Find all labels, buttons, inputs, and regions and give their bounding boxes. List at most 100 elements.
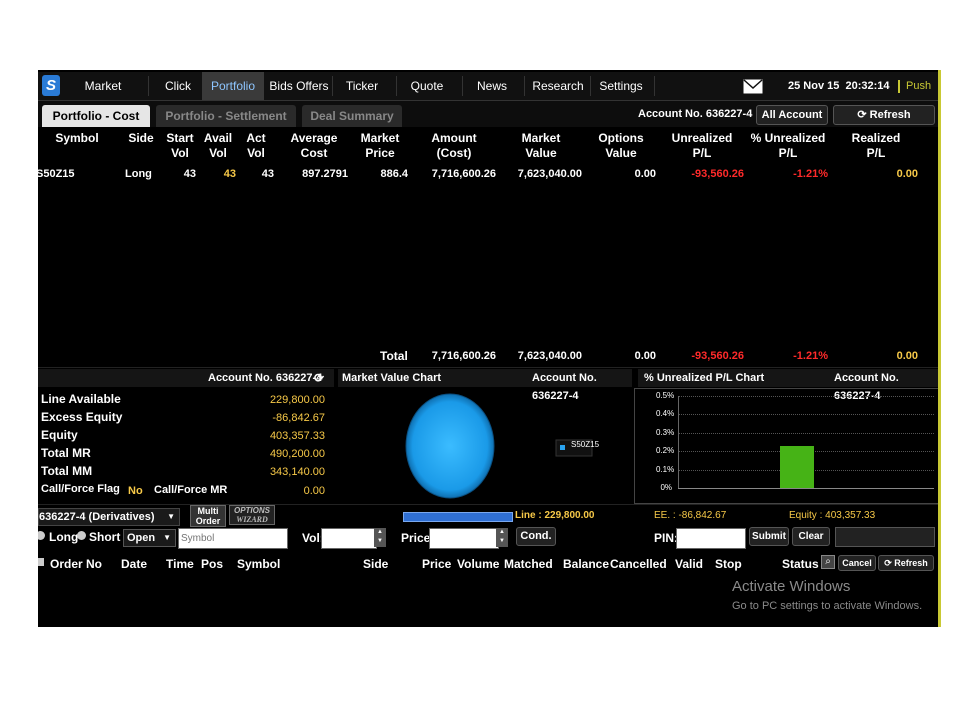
- nav-divider: [332, 76, 333, 96]
- order-col-status[interactable]: Status: [782, 557, 819, 571]
- multi-order-button[interactable]: Multi Order: [190, 505, 226, 527]
- line-progress-bar: [403, 512, 513, 522]
- multi-order-line1: Multi: [197, 506, 219, 516]
- pin-input[interactable]: [676, 528, 746, 549]
- col-amount-cost[interactable]: Amount (Cost): [426, 131, 482, 161]
- activate-windows-title: Activate Windows: [732, 578, 851, 595]
- summary-account-number: Account No. 636227-4: [208, 372, 323, 384]
- excess-equity-value: -86,842.67: [272, 412, 325, 424]
- chevron-down-icon: ▼: [163, 533, 171, 542]
- account-select-value: 636227-4 (Derivatives): [39, 511, 155, 523]
- order-col-symbol[interactable]: Symbol: [237, 557, 280, 571]
- long-radio[interactable]: [38, 531, 45, 540]
- clear-button[interactable]: Clear: [792, 527, 830, 546]
- pl-ytick-label: 0%: [660, 483, 672, 492]
- vol-stepper[interactable]: ▲ ▼: [374, 528, 386, 547]
- nav-quote[interactable]: Quote: [398, 72, 456, 100]
- order-status-box: [835, 527, 935, 547]
- refresh-icon: ⟳: [857, 109, 867, 121]
- cell-avail-vol: 43: [223, 168, 236, 180]
- options-wizard-line1: OPTIONS: [233, 506, 270, 515]
- order-col-balance[interactable]: Balance: [563, 557, 609, 571]
- cell-pct-unrealized-pl: -1.21%: [793, 168, 828, 180]
- pl-ytick-label: 0.2%: [656, 446, 675, 456]
- col-label-line1: Average: [290, 131, 338, 145]
- col-avail-vol[interactable]: Avail Vol: [202, 131, 234, 161]
- pl-chart-header: % Unrealized P/L Chart Account No. 63622…: [638, 369, 940, 402]
- price-input[interactable]: [429, 528, 499, 549]
- options-wizard-button[interactable]: OPTIONS WIZARD: [229, 505, 275, 525]
- nav-news[interactable]: News: [464, 72, 520, 100]
- mail-icon[interactable]: [743, 79, 763, 94]
- col-label-line1: Options: [598, 131, 644, 145]
- pl-ytick-label: 0.3%: [656, 427, 675, 437]
- col-label-line2: Value: [525, 146, 557, 160]
- symbol-input[interactable]: [178, 528, 288, 549]
- push-button[interactable]: Push: [906, 72, 931, 100]
- total-label: Total: [380, 349, 408, 363]
- col-realized-pl[interactable]: Realized P/L: [844, 131, 908, 161]
- open-close-select[interactable]: Open ▼: [123, 529, 176, 547]
- tab-portfolio-cost[interactable]: Portfolio - Cost: [42, 105, 150, 127]
- app-logo-icon[interactable]: S: [42, 75, 60, 96]
- total-amount-cost: 7,716,600.26: [431, 350, 496, 362]
- nav-click[interactable]: Click: [148, 72, 208, 100]
- select-all-checkbox[interactable]: [38, 558, 44, 566]
- cancel-order-button[interactable]: Cancel: [838, 555, 876, 571]
- order-col-time[interactable]: Time: [166, 557, 194, 571]
- nav-settings[interactable]: Settings: [592, 72, 650, 100]
- order-col-date[interactable]: Date: [121, 557, 147, 571]
- col-options-value[interactable]: Options Value: [596, 131, 646, 161]
- call-force-mr-value: 0.00: [303, 485, 325, 497]
- total-pct-unrealized-pl: -1.21%: [793, 350, 828, 362]
- order-col-stop[interactable]: Stop: [715, 557, 742, 571]
- search-icon[interactable]: ⌕: [821, 555, 835, 569]
- total-mr-value: 490,200.00: [269, 448, 325, 460]
- tab-deal-summary[interactable]: Deal Summary: [302, 105, 402, 127]
- nav-market[interactable]: Market: [68, 72, 138, 100]
- equity-value: 403,357.33: [269, 430, 325, 442]
- col-pct-unrealized-pl[interactable]: % Unrealized P/L: [750, 131, 826, 161]
- cell-market-value: 7,623,040.00: [517, 168, 582, 180]
- col-side[interactable]: Side: [126, 131, 156, 146]
- order-col-cancelled[interactable]: Cancelled: [610, 557, 667, 571]
- all-account-button[interactable]: All Account: [756, 105, 828, 125]
- line-value: Line : 229,800.00: [515, 510, 595, 521]
- pie-slice-s50z15[interactable]: [405, 393, 495, 499]
- col-label-line2: Cost: [300, 146, 328, 160]
- nav-ticker[interactable]: Ticker: [334, 72, 390, 100]
- order-col-side[interactable]: Side: [363, 557, 388, 571]
- order-col-valid[interactable]: Valid: [675, 557, 703, 571]
- col-average-cost[interactable]: Average Cost: [286, 131, 342, 161]
- total-mm-value: 343,140.00: [269, 466, 325, 478]
- col-start-vol[interactable]: Start Vol: [164, 131, 196, 161]
- short-radio[interactable]: [77, 531, 86, 540]
- order-col-price[interactable]: Price: [422, 557, 451, 571]
- account-select[interactable]: 636227-4 (Derivatives) ▼: [38, 508, 180, 526]
- total-mr-label: Total MR: [41, 446, 91, 460]
- col-act-vol[interactable]: Act Vol: [240, 131, 272, 161]
- order-col-matched[interactable]: Matched: [504, 557, 553, 571]
- col-market-value[interactable]: Market Value: [516, 131, 566, 161]
- summary-refresh-icon[interactable]: ⟳: [314, 369, 324, 387]
- submit-button[interactable]: Submit: [749, 527, 789, 546]
- nav-portfolio[interactable]: Portfolio: [202, 72, 264, 100]
- cond-button[interactable]: Cond.: [516, 527, 556, 546]
- pl-bar[interactable]: [780, 445, 814, 488]
- nav-bids-offers[interactable]: Bids Offers: [268, 72, 330, 100]
- order-col-pos[interactable]: Pos: [201, 557, 223, 571]
- col-unrealized-pl[interactable]: Unrealized P/L: [668, 131, 736, 161]
- cell-side: Long: [125, 168, 152, 180]
- nav-research[interactable]: Research: [526, 72, 590, 100]
- order-col-order-no[interactable]: Order No: [50, 557, 102, 571]
- vol-input[interactable]: [321, 528, 377, 549]
- col-market-price[interactable]: Market Price: [356, 131, 404, 161]
- col-label-line2: Vol: [171, 146, 189, 160]
- tab-portfolio-settlement[interactable]: Portfolio - Settlement: [156, 105, 296, 127]
- refresh-button[interactable]: ⟳ Refresh: [833, 105, 935, 125]
- col-symbol[interactable]: Symbol: [52, 131, 102, 146]
- price-stepper[interactable]: ▲ ▼: [496, 528, 508, 547]
- refresh-orders-button[interactable]: ⟳ Refresh: [878, 555, 934, 571]
- market-value-chart-title: Market Value Chart: [342, 372, 442, 384]
- order-col-volume[interactable]: Volume: [457, 557, 499, 571]
